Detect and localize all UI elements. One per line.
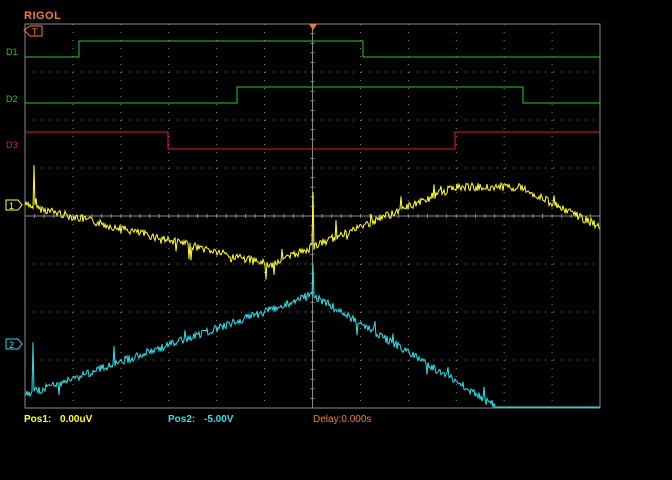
d2-label: D2: [6, 94, 18, 104]
ch1-marker[interactable]: 1: [5, 199, 23, 211]
pos2-label: Pos2:: [168, 414, 196, 425]
pos1-readout: Pos1: 0.00uV: [24, 414, 92, 425]
d1-label: D1: [6, 47, 18, 57]
pos2-value: -5.00V: [204, 414, 234, 425]
delay-label: Delay:: [313, 414, 342, 425]
trigger-channel-marker[interactable]: T: [23, 25, 43, 37]
pos1-label: Pos1:: [24, 414, 52, 425]
delay-value: 0.000s: [341, 414, 372, 425]
ch1-label: 1: [9, 201, 14, 211]
delay-readout: Delay:0.000s: [313, 414, 371, 425]
ch2-label: 2: [9, 340, 14, 350]
pos2-readout: Pos2: -5.00V: [168, 414, 233, 425]
d1-marker[interactable]: D1: [6, 47, 18, 57]
pos1-value: 0.00uV: [60, 414, 93, 425]
scope-display: T D1 D2 D3 1 2: [5, 23, 601, 409]
d2-marker[interactable]: D2: [6, 94, 18, 104]
trigger-marker: [309, 24, 317, 30]
ch2-marker[interactable]: 2: [5, 338, 23, 350]
d3-marker[interactable]: D3: [6, 140, 18, 150]
d3-label: D3: [6, 140, 18, 150]
trigger-channel-label: T: [32, 27, 38, 37]
